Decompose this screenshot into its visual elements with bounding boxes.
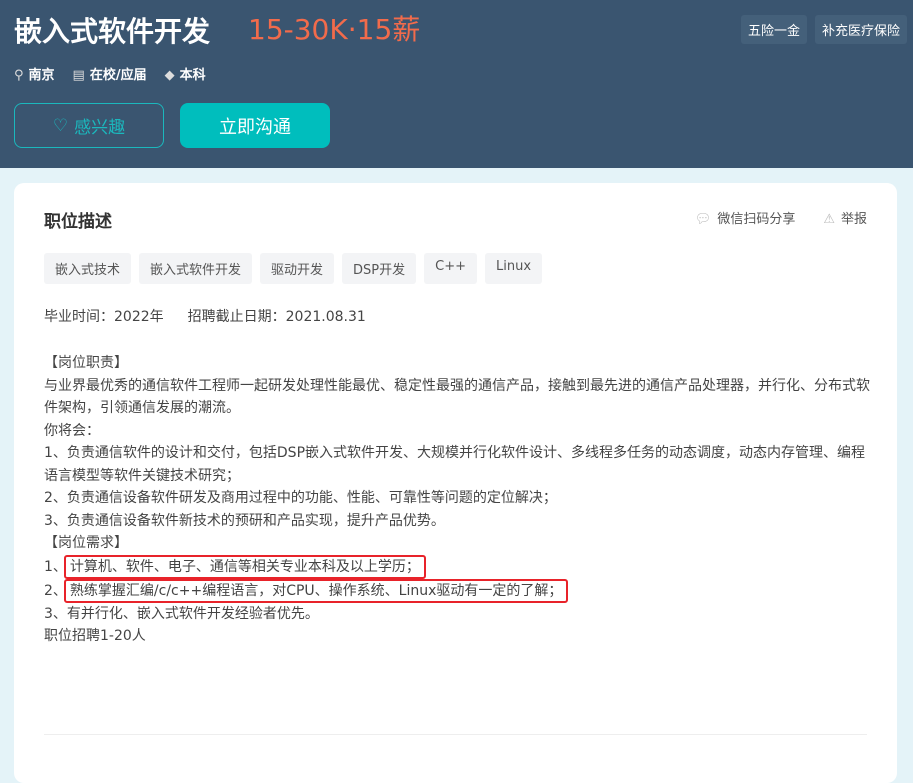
wechat-share-link[interactable]: 💬︎ 微信扫码分享 xyxy=(695,208,796,227)
share-label: 微信扫码分享 xyxy=(717,212,796,227)
salary: 15-30K·15薪 xyxy=(248,13,421,46)
requirement-3: 3、有并行化、嵌入式软件开发经验者优先。 xyxy=(44,605,319,622)
report-link[interactable]: ⚠︎ 举报 xyxy=(823,208,867,227)
location-icon: ⚲ xyxy=(14,68,24,83)
deadline: 招聘截止日期：2021.08.31 xyxy=(187,309,366,325)
graduation-date: 毕业时间：2022年 xyxy=(44,309,164,325)
degree: 本科 xyxy=(179,68,206,83)
report-label: 举报 xyxy=(840,212,867,227)
welfare-tag: 补充医疗保险 xyxy=(815,15,908,44)
desc-line: 【岗位需求】 xyxy=(44,535,128,551)
skill-tags: 嵌入式技术 嵌入式软件开发 驱动开发 DSP开发 C++ Linux xyxy=(44,253,543,284)
graduation-cap-icon: ◆ xyxy=(164,68,175,83)
hiring-count: 职位招聘1-20人 xyxy=(44,628,146,644)
skill-tag: 嵌入式软件开发 xyxy=(139,253,253,284)
desc-line: 【岗位职责】 xyxy=(44,355,128,371)
location: 南京 xyxy=(28,68,55,83)
desc-line: 1、负责通信软件的设计和交付，包括DSP嵌入式软件开发、大规模并行化软件设计、多… xyxy=(44,445,866,484)
job-header: 嵌入式软件开发 15-30K·15薪 五险一金 补充医疗保险 ⚲ 南京 ▤ 在校/应… xyxy=(0,0,913,168)
skill-tag: 驱动开发 xyxy=(260,253,335,284)
briefcase-icon: ▤ xyxy=(72,68,85,83)
job-description-card: 职位描述 💬︎ 微信扫码分享 ⚠︎ 举报 嵌入式技术 嵌入式软件开发 驱动开发 DS… xyxy=(14,183,897,783)
status: 在校/应届 xyxy=(89,68,147,83)
job-title: 嵌入式软件开发 xyxy=(14,15,211,48)
skill-tag: DSP开发 xyxy=(342,253,417,284)
desc-line: 你将会： xyxy=(44,422,100,439)
desc-line: 2、负责通信设备软件研发及商用过程中的功能、性能、可靠性等问题的定位解决； xyxy=(44,490,557,506)
welfare-tags: 五险一金 补充医疗保险 xyxy=(741,15,908,44)
welfare-tag: 五险一金 xyxy=(741,15,808,44)
job-meta: ⚲ 南京 ▤ 在校/应届 ◆ 本科 xyxy=(14,64,206,83)
heart-icon: ♡ xyxy=(52,115,69,136)
chat-button[interactable]: 立即沟通 xyxy=(180,103,330,148)
divider xyxy=(44,734,867,735)
desc-line: 与业界最优秀的通信软件工程师一起研发处理性能最优、稳定性最强的通信产品，接触到最… xyxy=(44,377,870,417)
requirement-2: 2、 熟练掌握汇编/c/c++编程语言，对CPU、操作系统、Linux驱动有一定的… xyxy=(44,578,874,603)
warning-icon: ⚠︎ xyxy=(823,212,835,227)
highlighted-requirement: 熟练掌握汇编/c/c++编程语言，对CPU、操作系统、Linux驱动有一定的了解… xyxy=(63,578,569,603)
skill-tag: C++ xyxy=(424,253,478,284)
section-title: 职位描述 xyxy=(44,212,112,232)
chat-bubble-icon: 💬︎ xyxy=(694,212,712,227)
description-text: 【岗位职责】 与业界最优秀的通信软件工程师一起研发处理性能最优、稳定性最强的通信… xyxy=(44,352,874,648)
highlighted-requirement: 计算机、软件、电子、通信等相关专业本科及以上学历； xyxy=(63,554,426,579)
skill-tag: Linux xyxy=(485,253,543,284)
skill-tag: 嵌入式技术 xyxy=(44,253,132,284)
requirement-1: 1、 计算机、软件、电子、通信等相关专业本科及以上学历； xyxy=(44,554,874,579)
interest-label: 感兴趣 xyxy=(74,118,126,138)
desc-line: 3、负责通信设备软件新技术的预研和产品实现，提升产品优势。 xyxy=(44,512,445,529)
interest-button[interactable]: ♡ 感兴趣 xyxy=(14,103,164,148)
